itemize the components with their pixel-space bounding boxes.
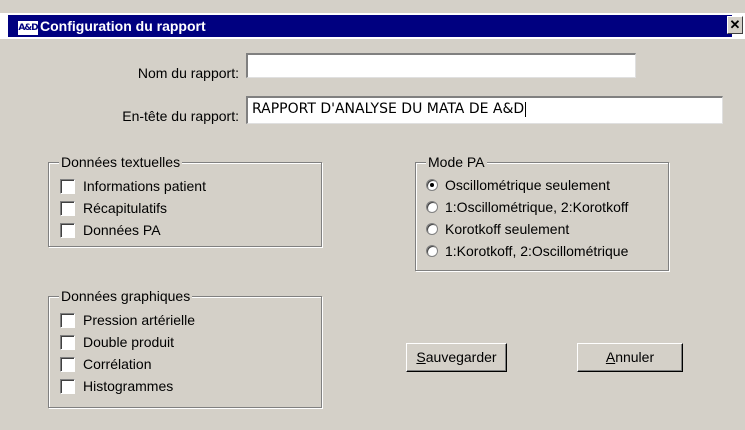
save-button[interactable]: Sauvegarder	[406, 343, 507, 372]
radio-oscillometrique-korotkoff[interactable]: 1:Oscillométrique, 2:Korotkoff	[426, 198, 628, 216]
checkbox-recapitulatifs[interactable]: Récapitulatifs	[60, 199, 167, 217]
graph-data-legend: Données graphiques	[59, 288, 193, 304]
radio-label: Oscillométrique seulement	[445, 177, 610, 193]
radio-oscillometrique-seulement[interactable]: Oscillométrique seulement	[426, 176, 610, 194]
checkbox-pression-arterielle[interactable]: Pression artérielle	[60, 311, 195, 329]
checkbox-donnees-pa[interactable]: Données PA	[60, 221, 161, 239]
checkbox-correlation[interactable]: Corrélation	[60, 355, 151, 373]
checkbox-box[interactable]	[60, 200, 75, 216]
checkbox-box[interactable]	[60, 312, 75, 328]
radio-label: Korotkoff seulement	[445, 221, 570, 237]
cancel-label: nnuler	[615, 349, 655, 365]
cancel-button[interactable]: Annuler	[577, 343, 683, 372]
text-data-legend: Données textuelles	[59, 154, 183, 170]
checkbox-label: Corrélation	[83, 356, 152, 372]
save-mnemonic: S	[416, 349, 426, 365]
checkbox-informations-patient[interactable]: Informations patient	[60, 177, 206, 195]
checkbox-label: Informations patient	[83, 178, 206, 194]
checkbox-double-produit[interactable]: Double produit	[60, 333, 174, 351]
radio-button[interactable]	[426, 201, 438, 213]
text-data-group: Données textuelles Informations patient …	[48, 154, 322, 247]
close-icon: ✕	[729, 17, 741, 32]
checkbox-box[interactable]	[60, 222, 75, 238]
radio-korotkoff-oscillometrique[interactable]: 1:Korotkoff, 2:Oscillométrique	[426, 242, 628, 260]
checkbox-box[interactable]	[60, 356, 75, 372]
checkbox-label: Récapitulatifs	[83, 200, 168, 216]
dialog-window: A&D Configuration du rapport ✕ Nom du ra…	[0, 0, 745, 430]
report-name-label: Nom du rapport:	[137, 65, 239, 81]
radio-button[interactable]	[426, 223, 438, 235]
checkbox-histogrammes[interactable]: Histogrammes	[60, 377, 173, 395]
title-bar-area: A&D Configuration du rapport ✕	[0, 13, 745, 39]
dialog-body: Nom du rapport: En-tête du rapport: RAPP…	[8, 39, 745, 430]
mode-pa-group: Mode PA Oscillométrique seulement 1:Osci…	[415, 154, 669, 271]
text-caret	[525, 101, 527, 117]
app-logo-icon: A&D	[18, 21, 39, 35]
report-name-input[interactable]	[246, 53, 636, 78]
report-header-value: RAPPORT D'ANALYSE DU MATA DE A&D	[252, 101, 525, 117]
graph-data-group: Données graphiques Pression artérielle D…	[48, 288, 322, 408]
radio-button-selected[interactable]	[426, 179, 438, 191]
window-title: Configuration du rapport	[40, 18, 206, 34]
report-header-label: En-tête du rapport:	[122, 108, 239, 124]
save-label: auvegarder	[425, 349, 497, 365]
report-header-input[interactable]: RAPPORT D'ANALYSE DU MATA DE A&D	[246, 96, 723, 124]
checkbox-box[interactable]	[60, 178, 75, 194]
title-bar[interactable]: A&D Configuration du rapport	[8, 15, 732, 37]
checkbox-box[interactable]	[60, 378, 75, 394]
checkbox-box[interactable]	[60, 334, 75, 350]
radio-label: 1:Korotkoff, 2:Oscillométrique	[445, 243, 629, 259]
radio-button[interactable]	[426, 245, 438, 257]
checkbox-label: Histogrammes	[83, 378, 174, 394]
checkbox-label: Données PA	[83, 222, 161, 238]
checkbox-label: Pression artérielle	[83, 312, 196, 328]
mode-pa-legend: Mode PA	[426, 154, 487, 170]
cancel-mnemonic: A	[605, 349, 616, 365]
radio-korotkoff-seulement[interactable]: Korotkoff seulement	[426, 220, 569, 238]
checkbox-label: Double produit	[83, 334, 175, 350]
radio-label: 1:Oscillométrique, 2:Korotkoff	[445, 199, 629, 215]
close-button[interactable]: ✕	[727, 16, 743, 34]
